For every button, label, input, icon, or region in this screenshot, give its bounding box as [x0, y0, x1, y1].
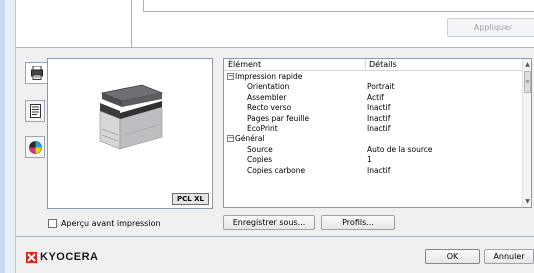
list-row[interactable]: Assembler Actif: [224, 93, 524, 103]
tab-printer[interactable]: [25, 62, 47, 84]
top-panel: Appliquer: [16, 0, 534, 47]
kyocera-logo-icon: [26, 251, 37, 263]
row-label: Général: [235, 134, 265, 144]
apply-button[interactable]: Appliquer: [447, 18, 534, 37]
print-preview-option[interactable]: Aperçu avant impression: [48, 219, 161, 228]
tab-color[interactable]: [25, 136, 45, 158]
row-label: Pages par feuille: [247, 113, 310, 123]
save-as-button[interactable]: Enregistrer sous...: [223, 215, 315, 230]
list-row[interactable]: EcoPrint Inactif: [224, 124, 524, 134]
row-value: Inactif: [367, 103, 391, 113]
list-scrollbar[interactable]: ▲ ≡ ▼: [522, 59, 531, 207]
pdl-badge: PCL XL: [171, 193, 209, 205]
cancel-button[interactable]: Annuler: [484, 249, 534, 264]
color-icon: [28, 140, 42, 154]
row-label: Orientation: [247, 82, 290, 92]
brand-name: KYOCERA: [40, 251, 99, 263]
list-group-row[interactable]: − Général: [224, 134, 524, 144]
list-row[interactable]: Source Auto de la source: [224, 145, 524, 155]
row-value: Inactif: [367, 165, 391, 175]
row-label: Copies carbone: [247, 165, 306, 175]
document-icon: [29, 104, 41, 118]
collapse-icon[interactable]: −: [227, 135, 234, 143]
row-label: Copies: [247, 155, 273, 165]
column-divider: [365, 59, 366, 71]
row-value: Inactif: [367, 113, 391, 123]
print-preview-label: Aperçu avant impression: [61, 219, 161, 228]
scroll-down-icon[interactable]: ▼: [524, 198, 531, 205]
row-value: Portrait: [367, 82, 395, 92]
settings-list[interactable]: Élément Détails − Impression rapide Orient…: [223, 58, 532, 208]
profiles-button[interactable]: Profils...: [321, 215, 395, 230]
tab-document[interactable]: [25, 100, 45, 122]
row-value: 1: [367, 155, 372, 165]
list-row[interactable]: Pages par feuille Inactif: [224, 114, 524, 124]
top-text-field[interactable]: [143, 0, 534, 12]
main-panel: PCL XL Aperçu avant impression Élément D…: [16, 47, 534, 236]
brand-logo: KYOCERA: [26, 251, 99, 263]
row-value: Inactif: [367, 124, 391, 133]
collapse-icon[interactable]: −: [227, 73, 234, 80]
print-preview-checkbox[interactable]: [48, 219, 57, 228]
list-header: Élément Détails: [224, 59, 524, 71]
list-row[interactable]: Orientation Portrait: [224, 82, 524, 92]
list-row[interactable]: Copies 1: [224, 155, 524, 165]
mfp-printer-image: [99, 84, 164, 150]
printer-preview: PCL XL: [47, 58, 213, 209]
row-label: Impression rapide: [235, 72, 303, 81]
list-row[interactable]: Recto verso Inactif: [224, 103, 524, 113]
row-label: Recto verso: [247, 103, 292, 113]
scroll-up-icon[interactable]: ▲: [524, 61, 531, 68]
row-label: EcoPrint: [247, 124, 278, 133]
sidebar-strip: [5, 0, 16, 273]
row-value: Auto de la source: [367, 144, 433, 154]
row-label: Assembler: [247, 92, 287, 102]
dialog-footer: KYOCERA OK Annuler: [16, 236, 534, 273]
row-value: Actif: [367, 92, 384, 102]
column-header-element[interactable]: Élément: [228, 60, 261, 69]
scroll-thumb[interactable]: ≡: [524, 71, 531, 93]
list-row[interactable]: Copies carbone Inactif: [224, 166, 524, 176]
list-group-row[interactable]: − Impression rapide: [224, 72, 524, 82]
row-label: Source: [247, 144, 273, 154]
printer-icon: [30, 66, 43, 80]
column-header-details[interactable]: Détails: [369, 60, 397, 69]
top-divider: [131, 0, 132, 47]
ok-button[interactable]: OK: [425, 249, 480, 264]
